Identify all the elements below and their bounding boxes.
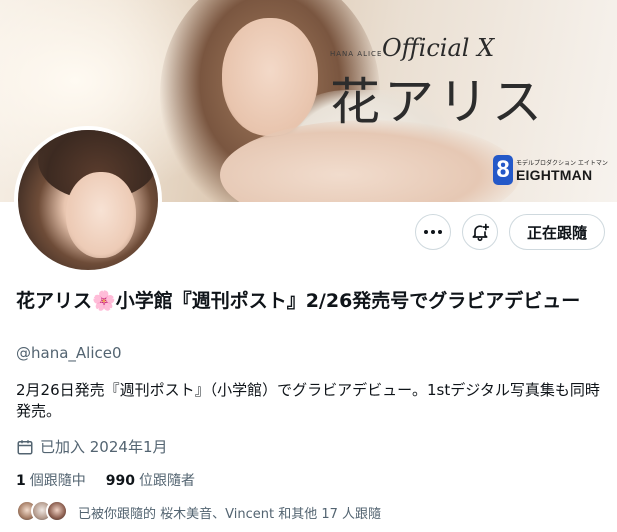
following-button[interactable]: 正在跟隨: [509, 214, 605, 250]
profile-bio: 2月26日発売『週刊ポスト』（小学館）でグラビアデビュー。1stデジタル写真集も…: [16, 381, 600, 420]
profile-display-name: 花アリス🌸小学館『週刊ポスト』2/26発売号でグラビアデビュー: [16, 287, 601, 315]
banner-name-text: 花アリス: [330, 73, 546, 131]
profile-avatar[interactable]: [14, 126, 162, 274]
followers-label: 位跟隨者: [138, 473, 195, 489]
bell-add-icon: [472, 223, 490, 242]
followers-you-know-text: 已被你跟隨的 桜木美音、Vincent 和其他 17 人跟隨: [78, 506, 382, 522]
followers-link[interactable]: 990 位跟隨者: [106, 470, 195, 490]
agency-logo-subtext: モデルプロダクション エイトマン: [516, 159, 608, 167]
agency-logo-mark: 8: [493, 155, 513, 185]
followers-count: 990: [105, 473, 135, 489]
profile-stats: 1 個跟隨中 990 位跟隨者: [16, 470, 215, 490]
following-link[interactable]: 1 個跟隨中: [16, 470, 86, 490]
display-name-part1: 花アリス: [16, 290, 93, 312]
agency-logo: 8 モデルプロダクション エイトマン EIGHTMAN: [493, 155, 608, 185]
display-name-part2: 小学館『週刊ポスト』2/26発売号でグラビアデビュー: [115, 290, 581, 312]
mutual-avatars: [16, 500, 70, 524]
following-count: 1: [16, 473, 26, 489]
followers-you-know[interactable]: 已被你跟隨的 桜木美音、Vincent 和其他 17 人跟隨: [16, 500, 381, 524]
avatar-face: [66, 172, 136, 258]
profile-handle: @hana_Alice0: [16, 344, 122, 362]
joined-text: 已加入 2024年1月: [40, 438, 168, 456]
following-label: 個跟隨中: [29, 473, 86, 489]
banner-photo-face: [222, 18, 318, 136]
more-horizontal-icon: [424, 230, 442, 234]
banner-small-text: HANA ALICE: [330, 50, 383, 58]
calendar-icon: [17, 439, 33, 454]
agency-logo-name: EIGHTMAN: [516, 166, 593, 183]
notifications-button[interactable]: [462, 214, 498, 250]
mutual-avatar: [46, 500, 68, 522]
profile-joined: 已加入 2024年1月: [16, 436, 168, 457]
flower-emoji: 🌸: [92, 290, 116, 312]
more-options-button[interactable]: [415, 214, 451, 250]
banner-official-text: Official X: [382, 34, 495, 62]
